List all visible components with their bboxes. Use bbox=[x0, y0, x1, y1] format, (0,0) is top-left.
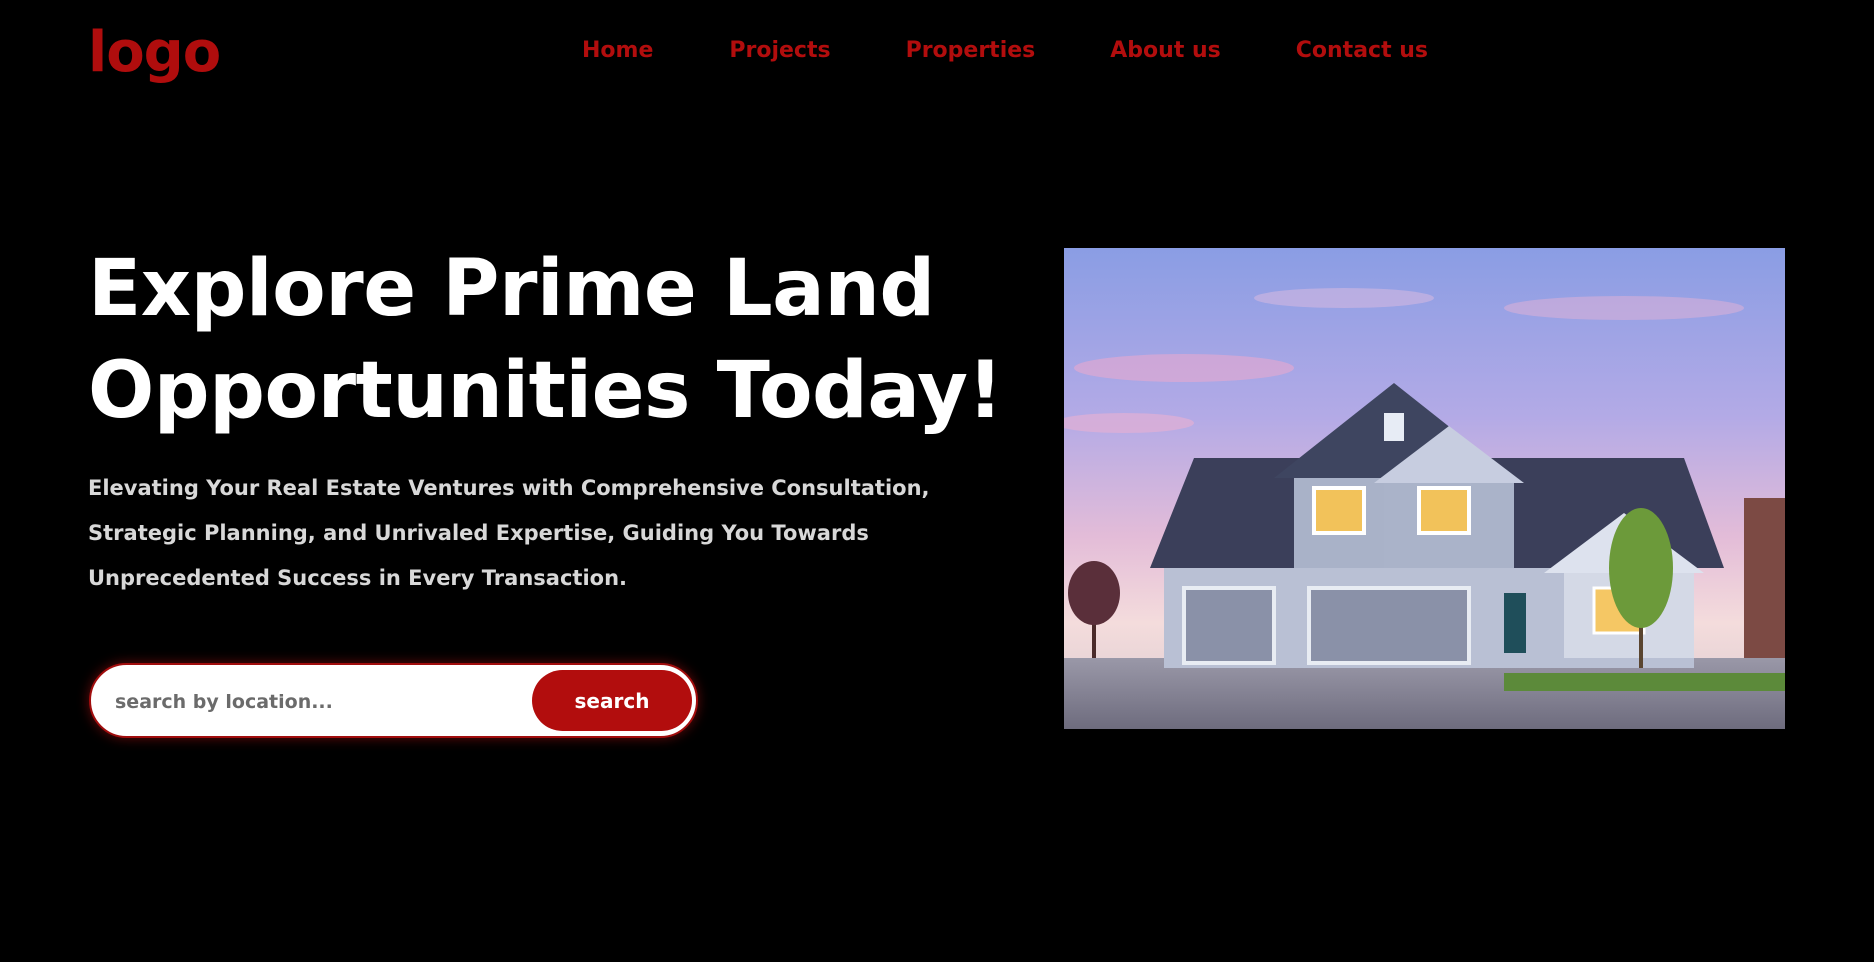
nav-properties[interactable]: Properties bbox=[906, 36, 1036, 66]
nav-about-us[interactable]: About us bbox=[1110, 36, 1220, 66]
hero-title-line-1: Explore Prime Land bbox=[88, 244, 935, 334]
hero-house-image bbox=[1064, 248, 1785, 729]
hero-subtitle: Elevating Your Real Estate Ventures with… bbox=[88, 476, 930, 590]
logo[interactable]: logo bbox=[88, 18, 221, 88]
nav-projects[interactable]: Projects bbox=[729, 36, 830, 66]
hero-title-line-2: Opportunities Today! bbox=[88, 346, 1003, 436]
search-button[interactable]: search bbox=[532, 670, 692, 731]
search-input[interactable] bbox=[113, 681, 517, 723]
page: logo Home Projects Properties About us C… bbox=[0, 0, 1874, 962]
house-illustration bbox=[1064, 248, 1785, 729]
search-bar: search bbox=[89, 663, 698, 738]
nav-home[interactable]: Home bbox=[582, 36, 653, 66]
main-nav: Home Projects Properties About us Contac… bbox=[582, 36, 1428, 66]
hero-title: Explore Prime Land Opportunities Today! bbox=[88, 238, 1008, 442]
nav-contact-us[interactable]: Contact us bbox=[1296, 36, 1428, 66]
